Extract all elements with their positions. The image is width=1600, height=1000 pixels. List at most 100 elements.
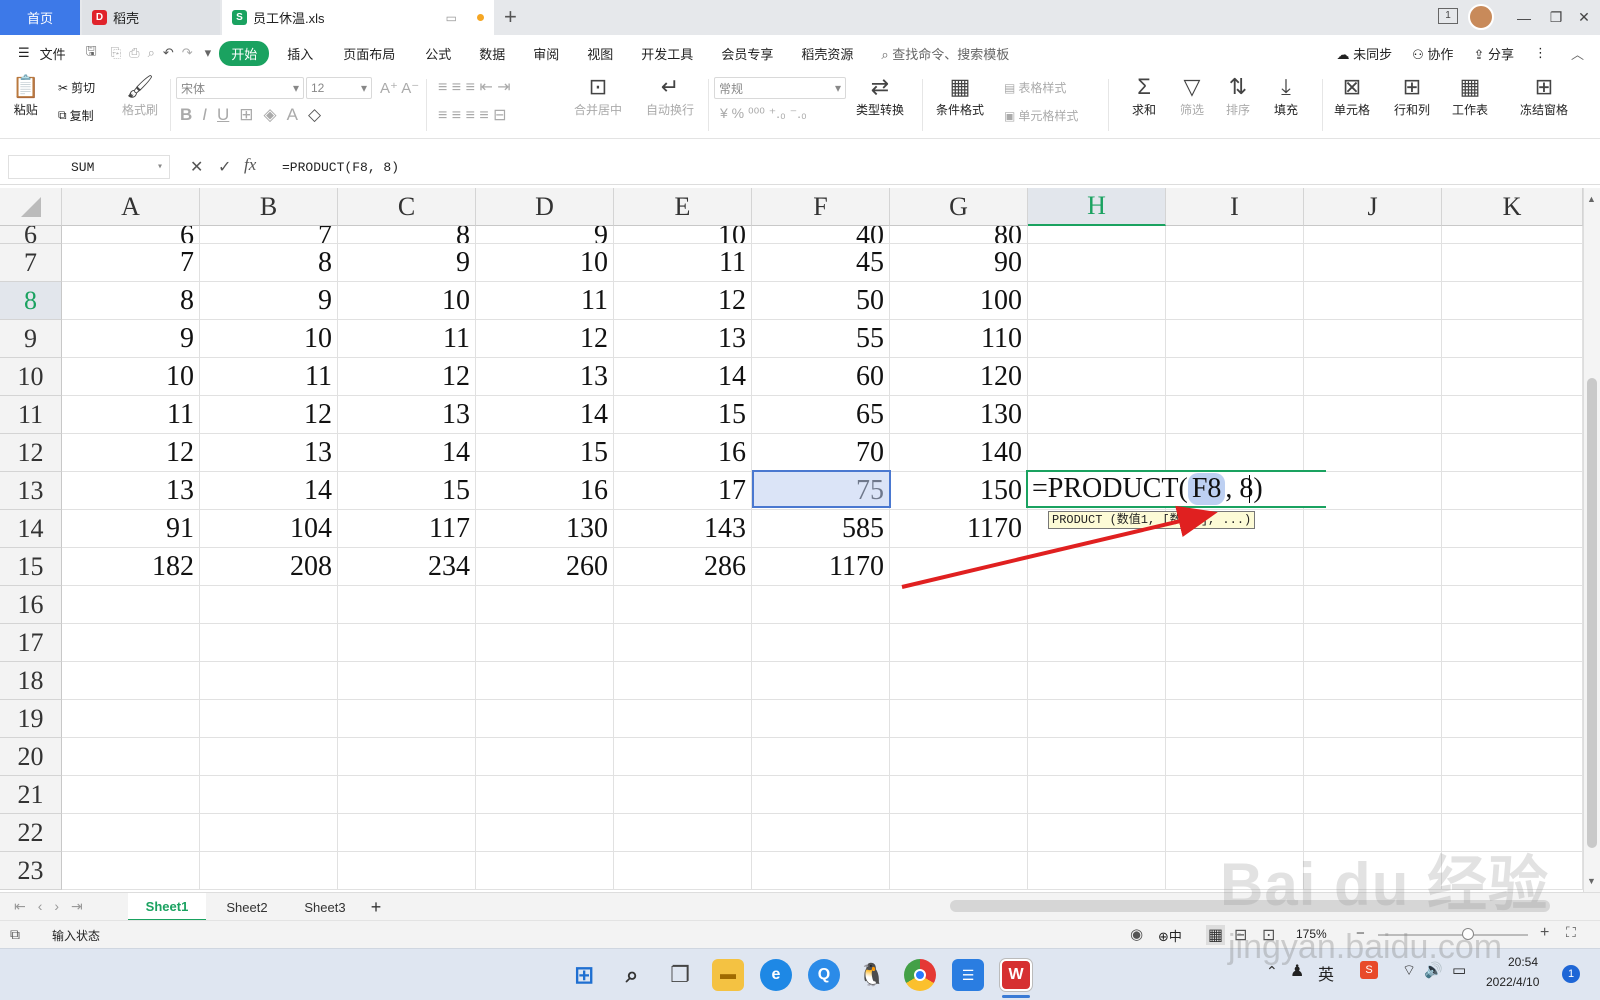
cell-I8[interactable] — [1166, 282, 1304, 320]
menu-file[interactable]: 文件 — [40, 44, 76, 63]
cell-E14[interactable]: 143 — [614, 510, 752, 548]
column-header-H[interactable]: H — [1028, 188, 1166, 226]
cell-A9[interactable]: 9 — [62, 320, 200, 358]
menu-member[interactable]: 会员专享 — [711, 44, 783, 63]
row-header-9[interactable]: 9 — [0, 320, 62, 358]
border-icon[interactable]: ⊞ — [239, 105, 253, 125]
sort-button[interactable]: ⇅ 排序 — [1226, 73, 1250, 118]
cell-C9[interactable]: 11 — [338, 320, 476, 358]
cell-K14[interactable] — [1442, 510, 1583, 548]
cell-K8[interactable] — [1442, 282, 1583, 320]
column-header-A[interactable]: A — [62, 188, 200, 226]
row-header-11[interactable]: 11 — [0, 396, 62, 434]
cell-J14[interactable] — [1304, 510, 1442, 548]
cell-C18[interactable] — [338, 662, 476, 700]
cell-K16[interactable] — [1442, 586, 1583, 624]
cell-D12[interactable]: 15 — [476, 434, 614, 472]
cell-F22[interactable] — [752, 814, 890, 852]
cell-F11[interactable]: 65 — [752, 396, 890, 434]
cell-G19[interactable] — [890, 700, 1028, 738]
cell-B17[interactable] — [200, 624, 338, 662]
cell-E16[interactable] — [614, 586, 752, 624]
cell-A8[interactable]: 8 — [62, 282, 200, 320]
cell-K6[interactable] — [1442, 226, 1583, 244]
cell-J8[interactable] — [1304, 282, 1442, 320]
merge-center-button[interactable]: ⊡ 合并居中 — [574, 73, 622, 118]
cell-G23[interactable] — [890, 852, 1028, 890]
quick-access-dropdown-icon[interactable]: ▾ — [197, 45, 220, 61]
cell-E10[interactable]: 14 — [614, 358, 752, 396]
cell-A13[interactable]: 13 — [62, 472, 200, 510]
new-tab-icon[interactable]: + — [504, 4, 517, 30]
vertical-scrollbar[interactable]: ▲ ▼ — [1583, 188, 1600, 892]
cell-C19[interactable] — [338, 700, 476, 738]
align-bottom-group[interactable]: ≡ ≡ ≡ ≡ ⊟ — [438, 105, 507, 125]
cell-J19[interactable] — [1304, 700, 1442, 738]
cell-H17[interactable] — [1028, 624, 1166, 662]
menu-insert[interactable]: 插入 — [277, 44, 323, 63]
cell-A21[interactable] — [62, 776, 200, 814]
cell-E15[interactable]: 286 — [614, 548, 752, 586]
cell-E19[interactable] — [614, 700, 752, 738]
cell-B13[interactable]: 14 — [200, 472, 338, 510]
cell-I11[interactable] — [1166, 396, 1304, 434]
cell-J10[interactable] — [1304, 358, 1442, 396]
more-icon[interactable]: ⋮ — [1524, 45, 1557, 61]
filter-button[interactable]: ▽ 筛选 — [1180, 73, 1204, 118]
cell-G7[interactable]: 90 — [890, 244, 1028, 282]
cell-A18[interactable] — [62, 662, 200, 700]
column-header-C[interactable]: C — [338, 188, 476, 226]
cell-D23[interactable] — [476, 852, 614, 890]
table-style-button[interactable]: ▤ 表格样式 — [1004, 79, 1066, 96]
cell-D18[interactable] — [476, 662, 614, 700]
cell-K19[interactable] — [1442, 700, 1583, 738]
notepad-icon[interactable]: ☰ — [952, 959, 984, 991]
cell-J18[interactable] — [1304, 662, 1442, 700]
cell-H21[interactable] — [1028, 776, 1166, 814]
fill-color-icon[interactable]: ◈ — [264, 105, 277, 125]
row-header-10[interactable]: 10 — [0, 358, 62, 396]
cell-B12[interactable]: 13 — [200, 434, 338, 472]
cell-A12[interactable]: 12 — [62, 434, 200, 472]
clock-time[interactable]: 20:54 — [1508, 955, 1538, 969]
cell-A7[interactable]: 7 — [62, 244, 200, 282]
cell-I18[interactable] — [1166, 662, 1304, 700]
cell-button[interactable]: ⊠ 单元格 — [1334, 73, 1370, 118]
cell-H10[interactable] — [1028, 358, 1166, 396]
cell-D19[interactable] — [476, 700, 614, 738]
cell-A10[interactable]: 10 — [62, 358, 200, 396]
cell-J17[interactable] — [1304, 624, 1442, 662]
fullscreen-icon[interactable]: ⛶ — [1566, 924, 1576, 941]
copy-button[interactable]: ⧉ 复制 — [58, 107, 94, 124]
selected-cell-F8[interactable] — [752, 470, 891, 508]
cell-B15[interactable]: 208 — [200, 548, 338, 586]
cell-C7[interactable]: 9 — [338, 244, 476, 282]
cell-G22[interactable] — [890, 814, 1028, 852]
row-header-6[interactable]: 6 — [0, 226, 62, 244]
menu-review[interactable]: 审阅 — [523, 44, 569, 63]
cell-F17[interactable] — [752, 624, 890, 662]
format-painter-button[interactable]: 🖌 格式刷 — [122, 73, 158, 118]
column-header-K[interactable]: K — [1442, 188, 1583, 226]
cell-A22[interactable] — [62, 814, 200, 852]
cell-B11[interactable]: 12 — [200, 396, 338, 434]
cell-D20[interactable] — [476, 738, 614, 776]
cell-I17[interactable] — [1166, 624, 1304, 662]
cell-C13[interactable]: 15 — [338, 472, 476, 510]
cell-A15[interactable]: 182 — [62, 548, 200, 586]
menu-daoke-resources[interactable]: 稻壳资源 — [791, 44, 863, 63]
row-header-19[interactable]: 19 — [0, 700, 62, 738]
row-header-14[interactable]: 14 — [0, 510, 62, 548]
formula-input[interactable]: =PRODUCT(F8, 8) — [272, 153, 1592, 181]
clear-format-icon[interactable]: ◇ — [308, 105, 321, 125]
cell-E13[interactable]: 17 — [614, 472, 752, 510]
redo-icon[interactable]: ↷ — [178, 45, 197, 61]
cell-J7[interactable] — [1304, 244, 1442, 282]
cell-B6[interactable]: 7 — [200, 226, 338, 244]
cell-I10[interactable] — [1166, 358, 1304, 396]
cell-J6[interactable] — [1304, 226, 1442, 244]
cell-E17[interactable] — [614, 624, 752, 662]
cell-F9[interactable]: 55 — [752, 320, 890, 358]
task-view-icon[interactable]: ❐ — [664, 959, 696, 991]
menu-developer[interactable]: 开发工具 — [631, 44, 703, 63]
